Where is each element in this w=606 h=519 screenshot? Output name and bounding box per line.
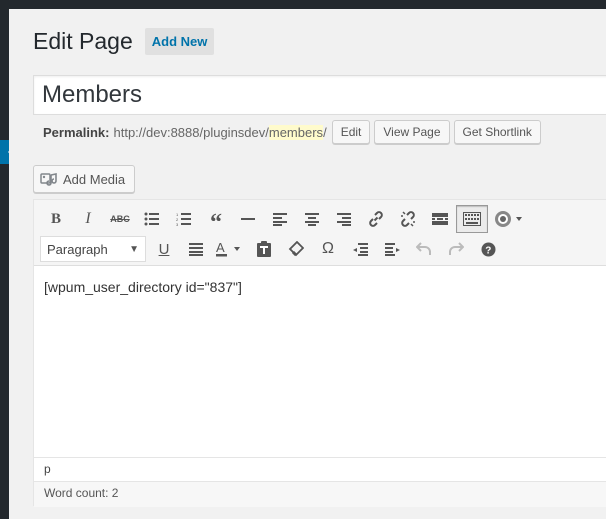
text-color-icon[interactable]: A (212, 235, 248, 263)
chevron-down-icon: ▼ (129, 243, 139, 255)
permalink-label: Permalink: (43, 124, 110, 140)
add-media-label: Add Media (63, 171, 126, 187)
content-editor: B I ABC 123 “ Paragraph ▼ U A Ω ? [wpum_… (33, 199, 606, 507)
svg-text:3: 3 (176, 222, 179, 226)
wpum-shortcode-icon[interactable] (488, 205, 528, 233)
editor-toolbar: B I ABC 123 “ Paragraph ▼ U A Ω ? (34, 200, 606, 266)
insert-link-icon[interactable] (360, 205, 392, 233)
italic-icon[interactable]: I (72, 205, 104, 233)
admin-menu-edge (0, 9, 9, 519)
edit-slug-button[interactable]: Edit (331, 120, 371, 144)
undo-icon[interactable] (408, 235, 440, 263)
bold-icon[interactable]: B (40, 205, 72, 233)
editor-content-area[interactable]: [wpum_user_directory id="837"] (34, 267, 606, 457)
read-more-icon[interactable] (424, 205, 456, 233)
view-page-button[interactable]: View Page (374, 120, 450, 144)
outdent-icon[interactable] (344, 235, 376, 263)
format-select[interactable]: Paragraph ▼ (40, 236, 146, 262)
permalink-base-url[interactable]: http://dev:8888/pluginsdev/ (113, 125, 268, 140)
page-header: Edit Page Add New (33, 28, 215, 55)
add-new-button[interactable]: Add New (144, 28, 215, 55)
special-character-icon[interactable]: Ω (312, 235, 344, 263)
unlink-icon[interactable] (392, 205, 424, 233)
permalink-row: Permalink: http://dev:8888/pluginsdev/me… (43, 120, 541, 144)
bullet-list-icon[interactable] (136, 205, 168, 233)
get-shortlink-button[interactable]: Get Shortlink (453, 120, 541, 144)
svg-text:A: A (216, 241, 225, 255)
media-icon (40, 171, 58, 187)
svg-text:?: ? (485, 245, 491, 256)
align-left-icon[interactable] (264, 205, 296, 233)
underline-icon[interactable]: U (148, 235, 180, 263)
permalink-slug[interactable]: members (268, 124, 324, 140)
page-title: Edit Page (33, 28, 133, 54)
toolbar-row-1: B I ABC 123 “ (40, 205, 528, 235)
numbered-list-icon[interactable]: 123 (168, 205, 200, 233)
toolbar-row-2: Paragraph ▼ U A Ω ? (40, 235, 504, 263)
strikethrough-icon[interactable]: ABC (104, 205, 136, 233)
word-count: Word count: 2 (34, 481, 606, 507)
permalink-trailing-slash: / (323, 124, 327, 140)
clear-formatting-icon[interactable] (280, 235, 312, 263)
redo-icon[interactable] (440, 235, 472, 263)
format-select-value: Paragraph (47, 241, 108, 257)
justify-icon[interactable] (180, 235, 212, 263)
current-menu-arrow-icon (8, 143, 17, 161)
toolbar-toggle-icon[interactable] (456, 205, 488, 233)
add-media-button[interactable]: Add Media (33, 165, 136, 193)
blockquote-icon[interactable]: “ (200, 205, 232, 235)
horizontal-line-icon[interactable] (232, 205, 264, 233)
admin-bar (0, 0, 606, 9)
align-center-icon[interactable] (296, 205, 328, 233)
paste-as-text-icon[interactable] (248, 235, 280, 263)
help-icon[interactable]: ? (472, 235, 504, 263)
indent-icon[interactable] (376, 235, 408, 263)
post-title-input[interactable]: Members (33, 75, 606, 115)
editor-path-bar: p (34, 457, 606, 481)
align-right-icon[interactable] (328, 205, 360, 233)
